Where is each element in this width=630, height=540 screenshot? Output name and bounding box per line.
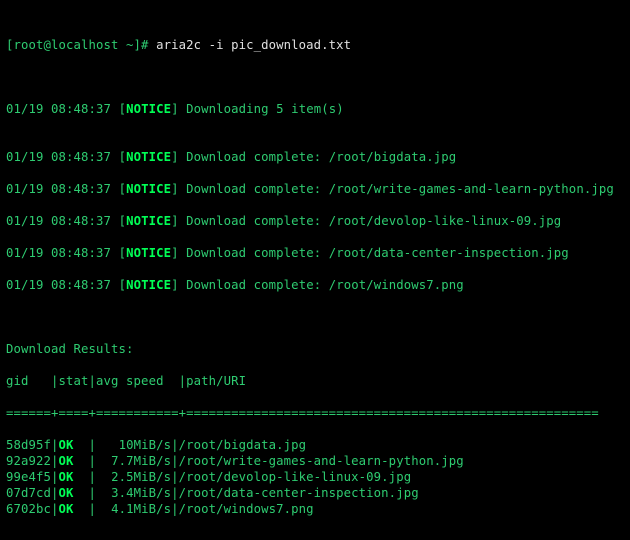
results-separator: ======+====+===========+================… [6, 405, 624, 421]
notice-tag: NOTICE [126, 246, 171, 260]
command-text: aria2c -i pic_download.txt [156, 38, 351, 52]
results-header: Download Results: [6, 341, 624, 357]
result-row: 07d7cd|OK | 3.4MiB/s|/root/data-center-i… [6, 485, 624, 501]
blank-line [6, 229, 624, 245]
blank-line [6, 261, 624, 277]
result-row: 58d95f|OK | 10MiB/s|/root/bigdata.jpg [6, 437, 624, 453]
notice-tag: NOTICE [126, 278, 171, 292]
blank-line [6, 309, 624, 325]
notice-tag: NOTICE [126, 214, 171, 228]
log-line: 01/19 08:48:37 [NOTICE] Downloading 5 it… [6, 101, 624, 117]
notice-tag: NOTICE [126, 182, 171, 196]
command-line: [root@localhost ~]# aria2c -i pic_downlo… [6, 37, 624, 53]
status-ok: OK [59, 454, 74, 468]
blank-line [6, 133, 624, 149]
log-line: 01/19 08:48:37 [NOTICE] Download complet… [6, 149, 624, 165]
blank-line [6, 197, 624, 213]
log-line: 01/19 08:48:37 [NOTICE] Download complet… [6, 245, 624, 261]
log-line: 01/19 08:48:37 [NOTICE] Download complet… [6, 277, 624, 293]
blank-line [6, 69, 624, 85]
log-line: 01/19 08:48:37 [NOTICE] Download complet… [6, 181, 624, 197]
blank-line [6, 165, 624, 181]
result-row: 99e4f5|OK | 2.5MiB/s|/root/devolop-like-… [6, 469, 624, 485]
status-ok: OK [59, 486, 74, 500]
shell-prompt: [root@localhost ~]# [6, 38, 149, 52]
result-row: 92a922|OK | 7.7MiB/s|/root/write-games-a… [6, 453, 624, 469]
status-ok: OK [59, 438, 74, 452]
status-ok: OK [59, 502, 74, 516]
results-columns: gid |stat|avg speed |path/URI [6, 373, 624, 389]
notice-tag: NOTICE [126, 150, 171, 164]
result-row: 6702bc|OK | 4.1MiB/s|/root/windows7.png [6, 501, 624, 517]
log-line: 01/19 08:48:37 [NOTICE] Download complet… [6, 213, 624, 229]
blank-line [6, 533, 624, 540]
terminal-window[interactable]: [root@localhost ~]# aria2c -i pic_downlo… [0, 0, 630, 540]
notice-tag: NOTICE [126, 102, 171, 116]
status-ok: OK [59, 470, 74, 484]
